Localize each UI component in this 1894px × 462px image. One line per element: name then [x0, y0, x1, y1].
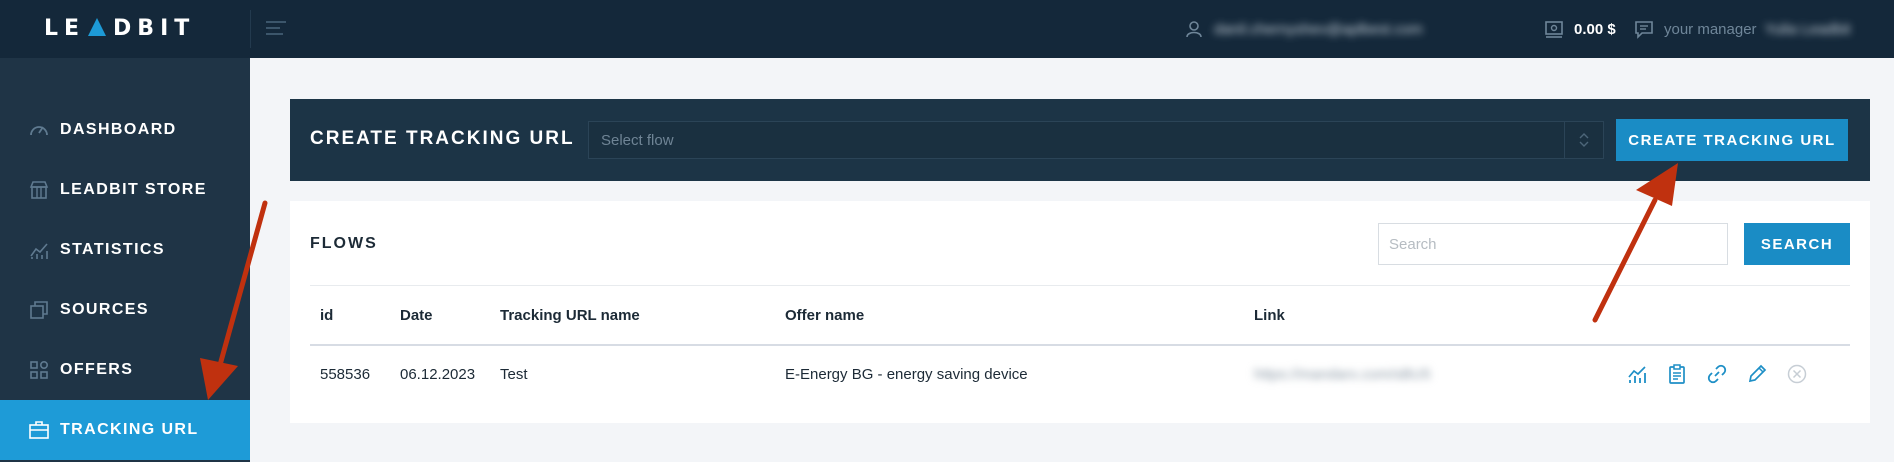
link-icon[interactable] — [1705, 362, 1729, 386]
user-account[interactable]: danil.chernyshev@aplbest.com — [1184, 18, 1423, 40]
manager-label: your manager — [1664, 20, 1757, 38]
divider — [310, 285, 1850, 286]
flows-panel: FLOWS SEARCH id Date Tracking URL name O… — [290, 201, 1870, 423]
column-header-tracking-url-name: Tracking URL name — [500, 307, 640, 324]
sidebar-item-tracking-url[interactable]: TRACKING URL — [0, 400, 250, 460]
flows-title: FLOWS — [310, 235, 378, 252]
user-icon — [1184, 19, 1204, 39]
store-icon — [28, 179, 50, 201]
cell-id: 558536 — [320, 366, 371, 383]
clipboard-icon[interactable] — [1665, 362, 1689, 386]
cell-link[interactable]: https://mandarx.com/sBU5 — [1254, 366, 1431, 383]
gauge-icon — [28, 119, 50, 141]
chat-icon — [1634, 19, 1654, 39]
sidebar-item-dashboard[interactable]: DASHBOARD — [0, 100, 250, 160]
leadbit-logo[interactable]: LE DBIT — [44, 15, 195, 41]
manager-name: Yulia Leadbit — [1764, 20, 1851, 38]
statistics-icon[interactable] — [1625, 362, 1649, 386]
wallet-icon — [1544, 19, 1564, 39]
balance-value: 0.00 $ — [1574, 20, 1616, 38]
column-header-date: Date — [400, 307, 433, 324]
table-header-divider — [310, 344, 1850, 346]
cell-date: 06.12.2023 — [400, 366, 476, 383]
cell-tracking-url-name: Test — [500, 366, 528, 383]
flow-select-placeholder: Select flow — [601, 132, 674, 149]
select-arrows-icon[interactable] — [1564, 122, 1603, 158]
layers-icon — [28, 299, 50, 321]
sidebar-item-statistics[interactable]: STATISTICS — [0, 220, 250, 280]
top-bar: LE DBIT danil.chernyshev@aplbest.com 0.00… — [0, 0, 1894, 58]
grid-icon — [28, 359, 50, 381]
column-header-id: id — [320, 307, 334, 324]
search-input[interactable] — [1378, 223, 1728, 265]
column-header-offer-name: Offer name — [785, 307, 865, 324]
flow-select[interactable]: Select flow — [588, 121, 1604, 159]
header-divider — [250, 10, 251, 48]
create-panel-title: CREATE TRACKING URL — [310, 128, 575, 149]
sidebar-item-sources[interactable]: SOURCES — [0, 280, 250, 340]
create-tracking-url-panel: CREATE TRACKING URL Select flow CREATE T… — [290, 99, 1870, 181]
logo-triangle-icon — [88, 18, 107, 36]
search-button[interactable]: SEARCH — [1744, 223, 1850, 265]
delete-icon[interactable] — [1785, 362, 1809, 386]
menu-toggle-icon[interactable] — [266, 21, 286, 37]
cell-offer-name: E-Energy BG - energy saving device — [785, 366, 1028, 383]
edit-icon[interactable] — [1745, 362, 1769, 386]
balance[interactable]: 0.00 $ — [1544, 18, 1616, 40]
briefcase-icon — [28, 419, 50, 441]
sidebar-item-offers[interactable]: OFFERS — [0, 340, 250, 400]
manager-info[interactable]: your manager Yulia Leadbit — [1634, 18, 1850, 40]
column-header-link: Link — [1254, 307, 1285, 324]
user-email: danil.chernyshev@aplbest.com — [1214, 20, 1423, 38]
sidebar: DASHBOARD LEADBIT STORE STATISTICS SOURC… — [0, 58, 250, 462]
sidebar-item-leadbit-store[interactable]: LEADBIT STORE — [0, 160, 250, 220]
create-tracking-url-button[interactable]: CREATE TRACKING URL — [1616, 119, 1848, 161]
chart-icon — [28, 239, 50, 261]
